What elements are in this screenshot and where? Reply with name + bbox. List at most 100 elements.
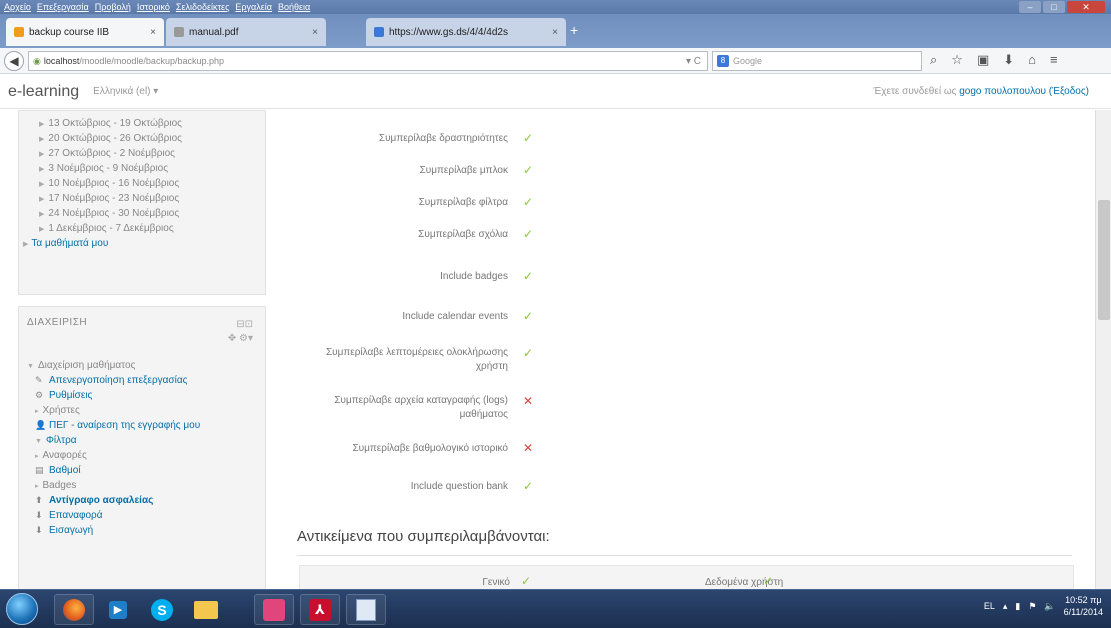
vertical-scrollbar[interactable] (1095, 110, 1111, 589)
moodle-header: e-learning Ελληνικά (el) ▾ Έχετε συνδεθε… (0, 75, 1111, 109)
menu-item[interactable]: Επεξεργασία (37, 2, 89, 12)
menu-item[interactable]: Βοήθεια (278, 2, 310, 12)
new-tab-icon[interactable]: + (570, 22, 578, 38)
google-search-icon: 8 (717, 55, 729, 67)
check-icon: ✓ (523, 227, 534, 241)
admin-item-icon: 👤 (35, 420, 47, 430)
close-window-button[interactable]: ✕ (1067, 1, 1105, 13)
user-profile-link[interactable]: gogo πουλοπουλου (959, 86, 1046, 97)
setting-label: Include calendar events (402, 311, 508, 322)
link-favicon-icon (374, 27, 384, 37)
admin-item-label: Εισαγωγή (49, 525, 94, 536)
flag-icon[interactable]: ⚑ (1028, 601, 1036, 612)
admin-item-icon: ⬆ (35, 495, 43, 505)
admin-item[interactable]: ⬇ Επαναφορά (27, 508, 257, 523)
included-items-heading: Αντικείμενα που συμπεριλαμβάνονται: (297, 528, 550, 545)
week-item[interactable]: ▶ 3 Νοέμβριος - 9 Νοέμβριος (19, 161, 265, 176)
admin-item[interactable]: ⚙ Ρυθμίσεις (27, 388, 257, 403)
admin-item[interactable]: ⬆ Αντίγραφο ασφαλείας (27, 493, 257, 508)
admin-item[interactable]: ▸ Badges (27, 478, 257, 493)
week-item[interactable]: ▶ 20 Οκτώβριος - 26 Οκτώβριος (19, 131, 265, 146)
logout-link[interactable]: (Έξοδος) (1049, 86, 1089, 97)
week-label: 27 Οκτώβριος - 2 Νοέμβριος (48, 148, 176, 159)
minimize-button[interactable]: – (1019, 1, 1041, 13)
left-sidebar: ▶ 13 Οκτώβριος - 19 Οκτώβριος ▶ 20 Οκτώβριο… (18, 110, 266, 591)
notepad-icon[interactable] (346, 594, 386, 625)
show-hidden-icons-icon[interactable]: ▴ (1003, 601, 1008, 612)
menu-item[interactable]: Προβολή (95, 2, 131, 12)
start-button[interactable] (6, 593, 38, 625)
clipboard-icon[interactable]: ▣ (977, 52, 989, 68)
close-tab-icon[interactable]: × (552, 27, 558, 38)
my-courses-label: Τα μαθήματά μου (31, 238, 109, 249)
download-icon[interactable]: ⬇ (1003, 52, 1014, 68)
week-item[interactable]: ▶ 27 Οκτώβριος - 2 Νοέμβριος (19, 146, 265, 161)
puzzle-app-icon[interactable] (254, 594, 294, 625)
admin-item[interactable]: ▸ Χρήστες (27, 403, 257, 418)
week-item[interactable]: ▶ 10 Νοέμβριος - 16 Νοέμβριος (19, 176, 265, 191)
menu-item[interactable]: Ιστορικό (137, 2, 170, 12)
admin-item[interactable]: ▤ Βαθμοί (27, 463, 257, 478)
close-tab-icon[interactable]: × (312, 27, 318, 38)
media-player-icon[interactable]: ▶ (98, 594, 138, 625)
setting-label: Include question bank (410, 481, 508, 492)
tab-backup-course[interactable]: backup course ΙΙΒ × (6, 18, 164, 46)
network-icon[interactable]: ▮ (1015, 601, 1020, 612)
expand-icon: ▶ (39, 181, 45, 188)
admin-item-icon: ⬇ (35, 525, 43, 535)
tab-title: manual.pdf (189, 26, 239, 38)
setting-label: Include badges (440, 271, 508, 282)
home-icon[interactable]: ⌂ (1028, 52, 1036, 68)
week-item[interactable]: ▶ 17 Νοέμβριος - 23 Νοέμβριος (19, 191, 265, 206)
admin-item[interactable]: ⬇ Εισαγωγή (27, 523, 257, 538)
skype-icon[interactable]: S (142, 594, 182, 625)
file-explorer-icon[interactable] (186, 594, 226, 625)
admin-item-label: Ρυθμίσεις (49, 390, 93, 401)
week-item[interactable]: ▶ 24 Νοέμβριος - 30 Νοέμβριος (19, 206, 265, 221)
clock[interactable]: 10:52 πμ 6/11/2014 (1064, 594, 1103, 618)
dock-block-icon[interactable]: ⊟⊡ (236, 319, 253, 330)
language-selector[interactable]: Ελληνικά (el) ▾ (93, 86, 158, 97)
admin-item[interactable]: ✎ Απενεργοποίηση επεξεργασίας (27, 373, 257, 388)
block-actions-icon[interactable]: ✥ ⚙▾ (228, 333, 253, 344)
search-icon[interactable]: ⌕ (930, 52, 937, 68)
tab-link[interactable]: https://www.gs.ds/4/4/4d2s × (366, 18, 566, 46)
admin-item[interactable]: 👤 ΠΕΓ - αναίρεση της εγγραφής μου (27, 418, 257, 433)
admin-item[interactable]: ▸ Αναφορές (27, 448, 257, 463)
admin-item-icon: ▸ (35, 483, 39, 490)
menu-item[interactable]: Σελιδοδείκτες (176, 2, 230, 12)
week-item[interactable]: ▶ 1 Δεκέμβριος - 7 Δεκέμβριος (19, 221, 265, 236)
volume-icon[interactable]: 🔈 (1044, 601, 1055, 612)
tab-manual[interactable]: manual.pdf × (166, 18, 326, 46)
acrobat-icon[interactable]: ⅄ (300, 594, 340, 625)
setting-label: Συμπερίλαβε λεπτομέρειες ολοκλήρωσης χρή… (325, 347, 508, 372)
check-icon: ✓ (523, 195, 534, 209)
expand-icon: ▶ (23, 241, 29, 248)
search-bar[interactable]: 8 Google (712, 51, 922, 71)
check-icon: ✓ (523, 479, 534, 493)
week-item[interactable]: ▶ 13 Οκτώβριος - 19 Οκτώβριος (19, 116, 265, 131)
admin-item[interactable]: ▼ Διαχείριση μαθήματος (27, 358, 257, 373)
firefox-icon[interactable] (54, 594, 94, 625)
menu-icon[interactable]: ≡ (1050, 52, 1058, 68)
my-courses-link[interactable]: ▶ Τα μαθήματά μου (19, 236, 265, 252)
admin-block-title: ΔΙΑΧΕΙΡΙΣΗ (27, 317, 88, 328)
admin-item[interactable]: ▼ Φίλτρα (27, 433, 257, 448)
setting-label: Συμπερίλαβε σχόλια (418, 229, 508, 240)
star-icon[interactable]: ☆ (951, 52, 963, 68)
site-brand[interactable]: e-learning (8, 83, 79, 101)
admin-item-icon: ▼ (27, 363, 34, 370)
reload-icon[interactable]: ▾ C (686, 56, 701, 67)
check-icon: ✓ (521, 574, 532, 588)
language-indicator[interactable]: EL (984, 601, 995, 611)
close-tab-icon[interactable]: × (150, 27, 156, 38)
menu-item[interactable]: Αρχείο (4, 2, 31, 12)
admin-item-icon: ▤ (35, 465, 44, 475)
maximize-button[interactable]: □ (1043, 1, 1065, 13)
url-bar[interactable]: ◉ localhost /moodle/moodle/backup/backup… (28, 51, 708, 71)
tab-title: https://www.gs.ds/4/4/4d2s (389, 26, 508, 38)
back-arrow-icon[interactable]: ◀ (4, 50, 24, 71)
search-placeholder: Google (733, 56, 763, 66)
menu-item[interactable]: Εργαλεία (235, 2, 272, 12)
scrollbar-thumb[interactable] (1098, 200, 1110, 320)
